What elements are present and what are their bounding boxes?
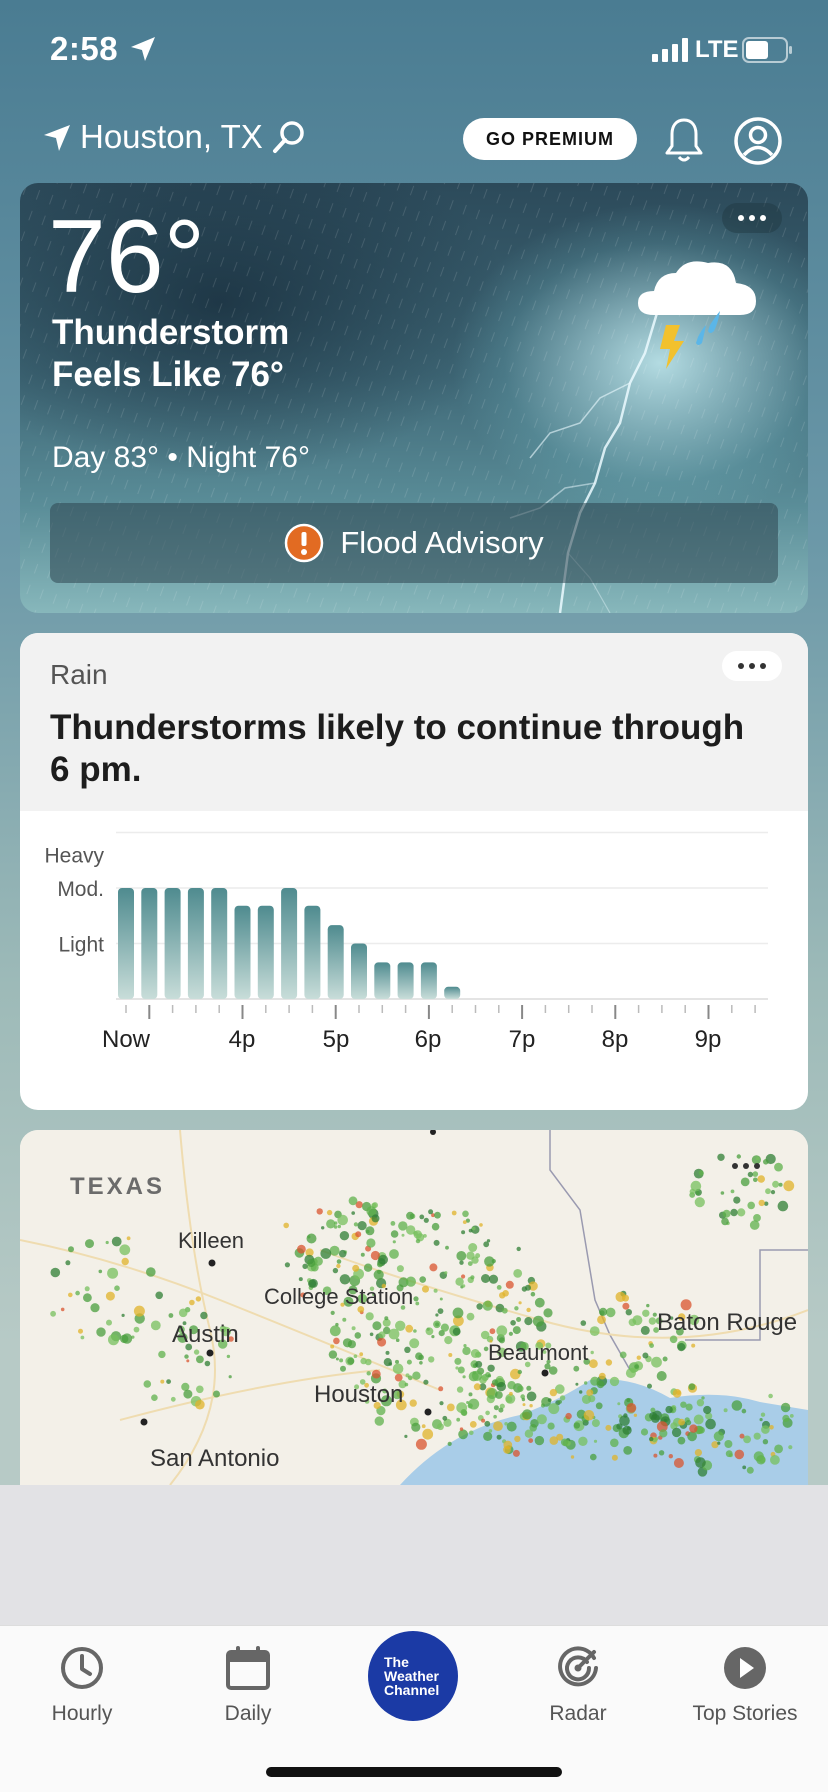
map-label-san-antonio: San Antonio: [150, 1445, 279, 1472]
chart-y-label: Light: [58, 934, 104, 957]
home-indicator: [266, 1767, 562, 1777]
map-label-killeen: Killeen: [178, 1228, 244, 1253]
chart-x-label: Now: [102, 1026, 151, 1053]
rain-summary: Thunderstorms likely to continue through…: [50, 708, 745, 789]
battery-icon: [742, 37, 792, 63]
current-location-icon[interactable]: [42, 123, 72, 153]
content-background: [0, 1485, 828, 1625]
map-more-options-button[interactable]: [732, 1163, 760, 1169]
chart-x-label: 5p: [323, 1026, 350, 1053]
radar-map[interactable]: TEXAS Killeen College Station Austin Bat…: [20, 1130, 808, 1485]
chart-bar: [211, 888, 228, 999]
chart-bar: [444, 986, 461, 999]
rain-more-options-button[interactable]: [722, 651, 782, 681]
play-icon: [724, 1647, 766, 1689]
current-conditions-card[interactable]: 76° Thunderstorm Feels Like 76° Day 83° …: [20, 183, 808, 613]
clock-icon: [61, 1647, 103, 1689]
chart-y-label: Heavy: [44, 845, 104, 868]
app-header: Houston, TX GO PREMIUM: [0, 100, 828, 182]
chart-bar: [234, 905, 251, 999]
logo-line: The: [384, 1654, 409, 1670]
chart-bar: [327, 925, 344, 999]
chart-bar: [374, 962, 391, 999]
weather-channel-logo-button[interactable]: The Weather Channel: [368, 1631, 458, 1721]
map-label-houston: Houston: [314, 1381, 403, 1408]
location-name[interactable]: Houston, TX: [80, 118, 263, 156]
network-type: LTE: [695, 36, 739, 63]
chart-bar: [141, 888, 158, 999]
chart-x-label: 9p: [695, 1026, 722, 1053]
card-more-options-button[interactable]: [722, 203, 782, 233]
day-night-temps: Day 83° • Night 76°: [52, 441, 310, 474]
status-time: 2:58: [50, 30, 119, 67]
tab-daily[interactable]: Daily: [178, 1638, 318, 1748]
chart-bar: [420, 962, 437, 999]
tab-hourly[interactable]: Hourly: [12, 1638, 152, 1748]
tab-daily-label: Daily: [224, 1702, 272, 1725]
tab-hourly-label: Hourly: [51, 1702, 113, 1725]
status-bar: 2:58 LTE: [0, 0, 828, 100]
chart-bar: [164, 888, 181, 999]
chart-x-label: 7p: [509, 1026, 536, 1053]
tab-radar-label: Radar: [549, 1702, 607, 1725]
city-dot: [206, 1349, 214, 1357]
chart-y-label: Mod.: [57, 878, 104, 901]
map-label-baton-rouge: Baton Rouge: [657, 1309, 797, 1336]
precipitation-chart: Heavy Mod. Light Now 4p 5p 6p 7p 8p 9p: [44, 831, 768, 1053]
calendar-icon: [226, 1646, 270, 1690]
chart-bar: [304, 905, 321, 999]
map-label-austin: Austin: [172, 1321, 239, 1348]
tab-top-stories-label: Top Stories: [692, 1702, 798, 1725]
chart-bar: [187, 888, 204, 999]
city-dot: [541, 1369, 549, 1377]
location-services-icon: [131, 37, 155, 61]
search-icon[interactable]: [272, 120, 306, 154]
chart-x-label: 6p: [415, 1026, 442, 1053]
chart-x-label: 4p: [229, 1026, 256, 1053]
chart-bar: [281, 888, 298, 999]
rain-forecast-card[interactable]: Rain Thunderstorms likely to continue th…: [20, 633, 808, 1110]
chart-x-label: 8p: [602, 1026, 629, 1053]
tab-top-stories[interactable]: Top Stories: [675, 1638, 815, 1748]
tab-radar[interactable]: Radar: [508, 1638, 648, 1748]
profile-icon[interactable]: [733, 116, 783, 166]
city-dot: [208, 1259, 216, 1267]
map-label-beaumont: Beaumont: [488, 1340, 588, 1365]
map-label-college-station: College Station: [264, 1284, 413, 1309]
alert-exclamation-icon: [285, 523, 324, 563]
condition-text: Thunderstorm: [52, 313, 290, 352]
flood-advisory-banner[interactable]: Flood Advisory: [50, 503, 778, 583]
rain-card-title: Rain: [50, 659, 108, 690]
feels-like-text: Feels Like 76°: [52, 355, 284, 394]
rain-card-header: Rain Thunderstorms likely to continue th…: [20, 633, 808, 811]
map-label-texas: TEXAS: [70, 1173, 165, 1200]
chart-bar: [257, 905, 274, 999]
logo-line: Channel: [384, 1682, 440, 1698]
current-temperature: 76°: [48, 199, 206, 315]
advisory-text: Flood Advisory: [340, 525, 544, 560]
radar-map-card[interactable]: TEXAS Killeen College Station Austin Bat…: [20, 1130, 808, 1485]
notifications-bell-icon[interactable]: [664, 116, 704, 164]
radar-icon: [558, 1646, 598, 1687]
chart-bar: [397, 962, 414, 999]
logo-line: Weather: [384, 1668, 439, 1684]
thunderstorm-icon: [638, 261, 756, 369]
cellular-signal-icon: [652, 38, 688, 62]
city-dot: [424, 1408, 432, 1416]
go-premium-button[interactable]: GO PREMIUM: [463, 118, 637, 160]
chart-bar: [118, 888, 134, 999]
chart-bar: [351, 943, 367, 999]
city-dot: [140, 1418, 148, 1426]
